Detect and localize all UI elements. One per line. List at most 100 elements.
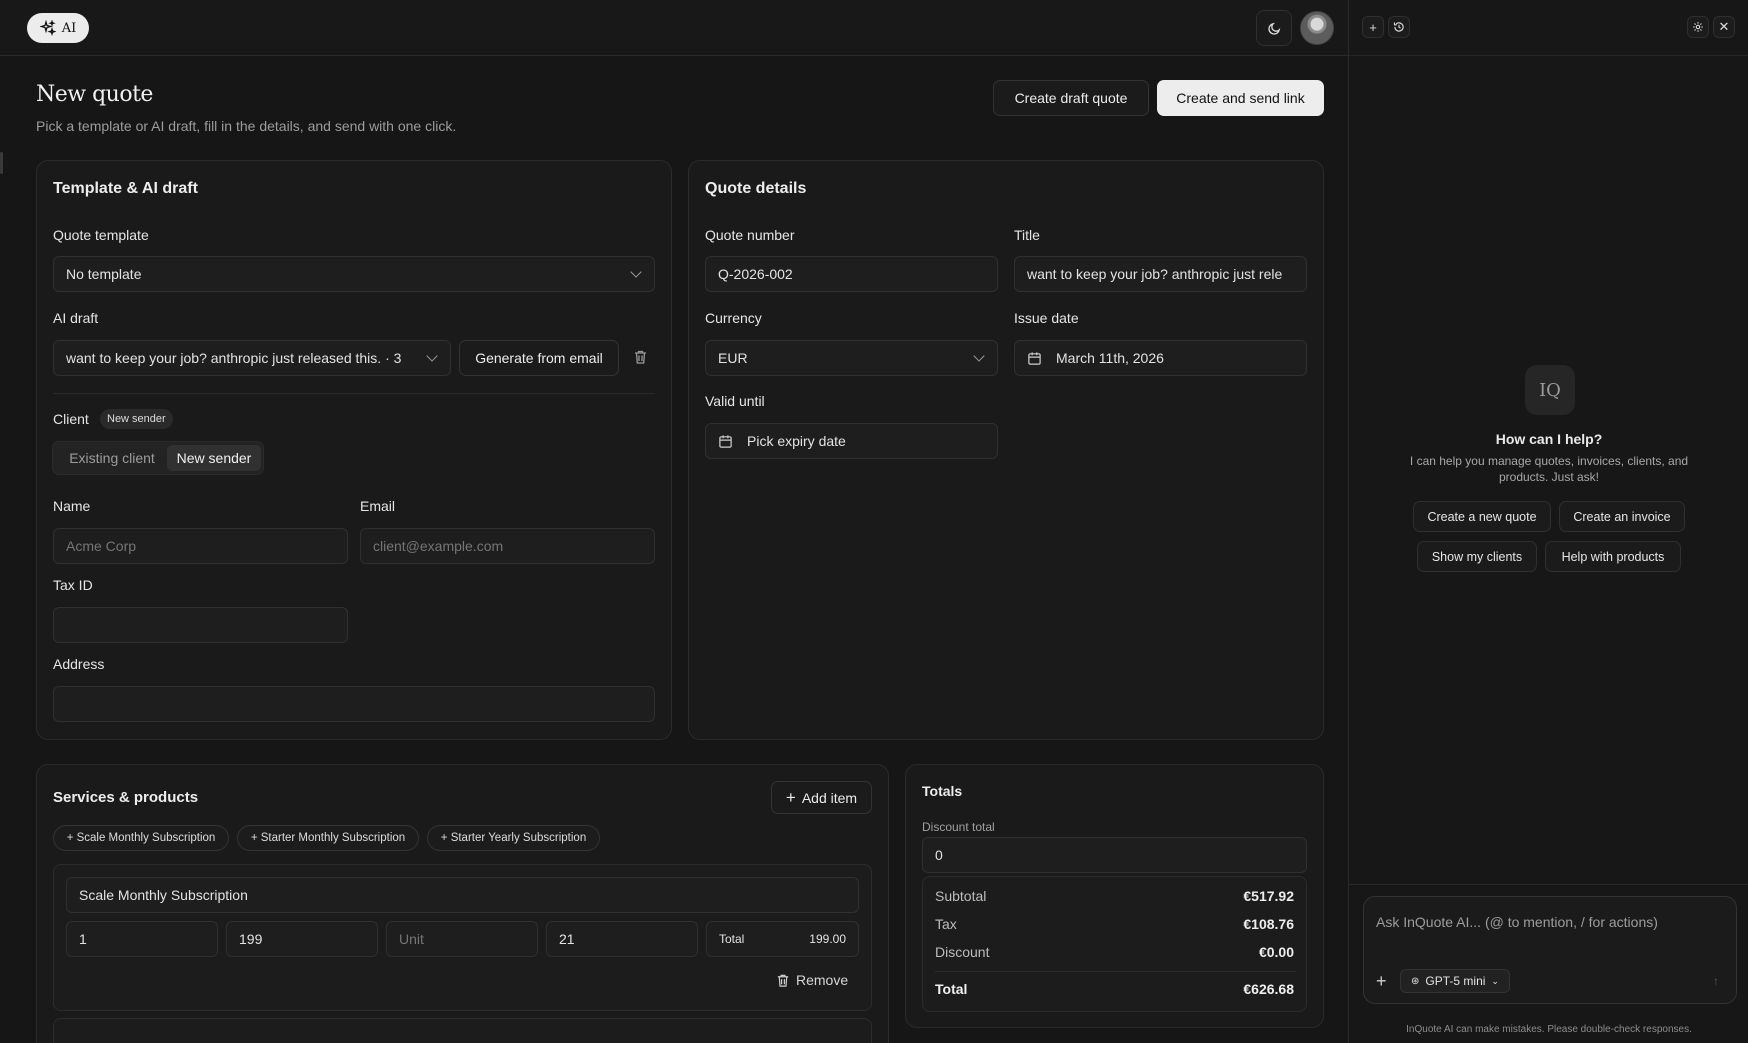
template-label: Quote template	[53, 227, 149, 243]
valid-until-picker[interactable]: Pick expiry date	[705, 423, 998, 459]
new-sender-tab[interactable]: New sender	[167, 445, 261, 471]
divider	[53, 393, 655, 394]
trash-icon	[635, 350, 646, 364]
create-send-link-button[interactable]: Create and send link	[1157, 80, 1324, 116]
top-bar: AI	[0, 0, 1348, 56]
title-label: Title	[1014, 227, 1040, 243]
item-qty-input[interactable]: 1	[66, 921, 218, 957]
item-total-value: 199.00	[809, 932, 846, 946]
assistant-toolbar: + ✕	[1349, 0, 1748, 56]
sidebar-edge[interactable]	[0, 152, 3, 174]
settings-button[interactable]	[1687, 16, 1709, 38]
generate-from-email-button[interactable]: Generate from email	[459, 340, 619, 376]
item-tax-input[interactable]: 21	[546, 921, 698, 957]
user-avatar[interactable]	[1300, 11, 1334, 45]
address-input[interactable]	[53, 686, 655, 722]
plus-icon: +	[785, 788, 796, 807]
new-chat-button[interactable]: +	[1362, 16, 1384, 38]
line-item	[53, 1018, 872, 1043]
ai-label: AI	[61, 20, 77, 36]
taxid-label: Tax ID	[53, 577, 93, 593]
delete-draft-button[interactable]	[633, 349, 648, 368]
add-item-button[interactable]: + Add item	[771, 781, 872, 814]
totals-title: Totals	[922, 783, 963, 799]
gear-icon	[1693, 22, 1703, 32]
chat-input[interactable]: Ask InQuote AI... (@ to mention, / for a…	[1376, 914, 1658, 930]
discount-row: Discount €0.00	[935, 944, 1294, 960]
suggestion-show-clients[interactable]: Show my clients	[1417, 541, 1537, 572]
page-title: New quote	[36, 82, 153, 107]
item-total: Total 199.00	[706, 921, 859, 957]
close-icon: ✕	[1718, 19, 1730, 34]
currency-select[interactable]: EUR	[705, 340, 998, 376]
add-item-label: Add item	[801, 789, 858, 806]
tax-label: Tax	[935, 916, 957, 932]
issue-date-picker[interactable]: March 11th, 2026	[1014, 340, 1307, 376]
chevron-down-icon	[973, 350, 985, 362]
name-input[interactable]	[53, 528, 348, 564]
currency-label: Currency	[705, 310, 762, 326]
ai-draft-select[interactable]: want to keep your job? anthropic just re…	[53, 340, 451, 376]
chevron-down-icon: ⌄	[1491, 975, 1499, 986]
inquote-logo: IQ	[1525, 365, 1575, 415]
send-button[interactable]: ↑	[1706, 971, 1726, 991]
chevron-down-icon	[426, 350, 438, 362]
attach-button[interactable]: +	[1376, 971, 1387, 992]
item-unit-input[interactable]	[386, 921, 538, 957]
client-type-toggle: Existing client New sender	[52, 441, 264, 475]
services-title: Services & products	[53, 789, 199, 806]
taxid-input[interactable]	[53, 607, 348, 643]
assistant-heading: How can I help?	[1495, 431, 1603, 447]
client-label: Client	[53, 411, 89, 427]
tax-row: Tax €108.76	[935, 916, 1294, 932]
assistant-disclaimer: InQuote AI can make mistakes. Please dou…	[1406, 1024, 1692, 1035]
ai-toggle-button[interactable]: AI	[27, 13, 89, 43]
model-selector[interactable]: ⊛ GPT-5 mini ⌄	[1400, 969, 1510, 993]
create-draft-button[interactable]: Create draft quote	[993, 80, 1149, 116]
quick-add-scale-monthly[interactable]: + Scale Monthly Subscription	[53, 825, 229, 851]
suggestion-help-products[interactable]: Help with products	[1545, 541, 1681, 572]
model-name: GPT-5 mini	[1425, 974, 1486, 988]
currency-value: EUR	[718, 350, 748, 366]
suggestion-create-invoice[interactable]: Create an invoice	[1559, 501, 1685, 532]
discount-total-input[interactable]: 0	[922, 837, 1307, 873]
discount-total-label: Discount total	[922, 820, 995, 834]
discount-label: Discount	[935, 944, 990, 960]
theme-toggle-button[interactable]	[1256, 10, 1292, 46]
client-status-badge: New sender	[100, 409, 173, 429]
item-price-input[interactable]: 199	[226, 921, 378, 957]
trash-icon	[777, 974, 789, 987]
model-icon: ⊛	[1411, 975, 1420, 987]
email-input[interactable]	[360, 528, 655, 564]
divider	[1349, 884, 1748, 885]
assistant-subtext: I can help you manage quotes, invoices, …	[1409, 454, 1689, 484]
arrow-up-icon: ↑	[1713, 974, 1719, 988]
name-label: Name	[53, 498, 91, 514]
ai-draft-label: AI draft	[53, 310, 99, 326]
plus-icon: +	[1376, 971, 1387, 991]
close-panel-button[interactable]: ✕	[1713, 16, 1735, 38]
item-total-label: Total	[719, 932, 745, 946]
subtotal-label: Subtotal	[935, 888, 987, 904]
discount-value: €0.00	[1258, 944, 1294, 960]
quote-number-input[interactable]: Q-2026-002	[705, 256, 998, 292]
title-input[interactable]: want to keep your job? anthropic just re…	[1014, 256, 1307, 292]
template-card-title: Template & AI draft	[53, 180, 198, 197]
moon-icon	[1267, 22, 1280, 35]
quick-add-starter-monthly[interactable]: + Starter Monthly Subscription	[237, 825, 419, 851]
template-select[interactable]: No template	[53, 256, 655, 292]
history-button[interactable]	[1388, 16, 1410, 38]
issue-date-value: March 11th, 2026	[1056, 350, 1164, 366]
suggestion-new-quote[interactable]: Create a new quote	[1413, 501, 1551, 532]
existing-client-tab[interactable]: Existing client	[57, 445, 167, 471]
sparkles-icon	[39, 20, 56, 36]
page-subtitle: Pick a template or AI draft, fill in the…	[36, 118, 457, 134]
quick-add-starter-yearly[interactable]: + Starter Yearly Subscription	[427, 825, 600, 851]
calendar-icon	[719, 434, 732, 448]
history-icon	[1393, 22, 1404, 32]
quote-details-title: Quote details	[705, 180, 807, 197]
remove-item-button[interactable]: Remove	[776, 972, 848, 988]
chat-input-box[interactable]: Ask InQuote AI... (@ to mention, / for a…	[1363, 896, 1737, 1004]
quote-number-label: Quote number	[705, 227, 795, 243]
item-name-input[interactable]: Scale Monthly Subscription	[66, 877, 859, 913]
